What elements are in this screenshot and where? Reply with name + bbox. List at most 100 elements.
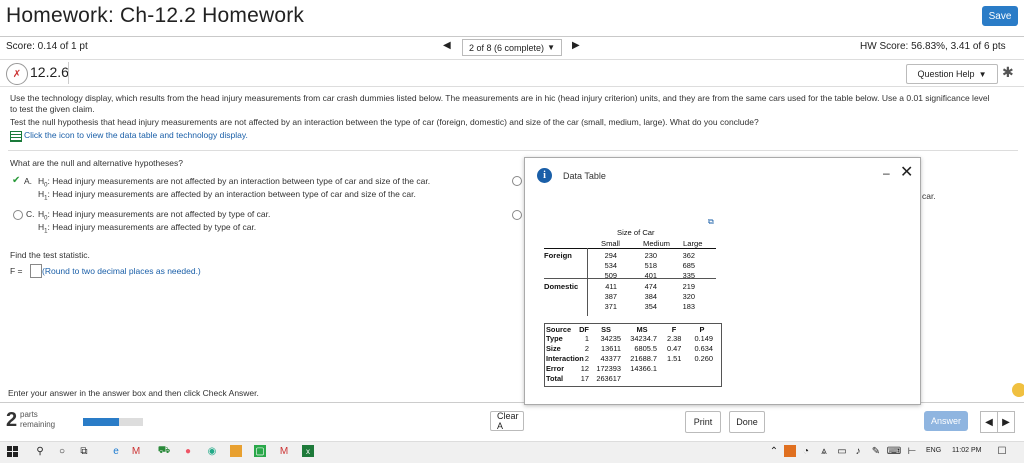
minimize-button[interactable]: – xyxy=(883,166,890,180)
column-rule xyxy=(587,248,588,316)
previous-arrow-icon[interactable]: ◀ xyxy=(980,411,998,433)
anova-cell: 34234.7 xyxy=(630,334,657,343)
next-question-icon[interactable]: ▶ xyxy=(572,40,580,51)
h1-subscript: 1 xyxy=(44,228,48,235)
ime-icon[interactable]: ⊢ xyxy=(906,445,918,457)
anova-header: F xyxy=(671,325,677,334)
option-c-h1: H1: Head injury measurements are affecte… xyxy=(38,222,257,235)
data-cell: 387 xyxy=(604,292,617,301)
data-cell: 219 xyxy=(682,282,695,291)
anova-cell: 14366.1 xyxy=(630,364,657,373)
green-app-icon[interactable]: ▢ xyxy=(254,445,266,457)
chevron-up-icon[interactable]: ⌃ xyxy=(768,445,780,457)
score-bar: Score: 0.14 of 1 pt ◀ 2 of 8 (6 complete… xyxy=(0,37,1024,60)
info-icon: i xyxy=(537,168,552,183)
option-a-letter[interactable]: A. xyxy=(24,176,32,187)
prompt-line-2: to test the given claim. xyxy=(10,104,95,114)
save-button[interactable]: Save xyxy=(982,6,1018,26)
option-c-radio[interactable] xyxy=(13,210,23,220)
anova-cell: 263617 xyxy=(596,374,621,383)
data-table-dialog: i Data Table – ✕ ⧉ Size of Car Small Med… xyxy=(524,157,921,433)
data-cell: 230 xyxy=(644,251,657,260)
question-navigator[interactable]: 2 of 8 (6 complete) ▼ xyxy=(462,39,562,56)
option-c-h0-text: Head injury measurements are not affecte… xyxy=(52,209,271,219)
previous-question-icon[interactable]: ◀ xyxy=(443,40,451,51)
notifications-icon[interactable]: ☐ xyxy=(996,445,1008,457)
gear-icon[interactable]: ✱ xyxy=(1002,64,1014,81)
h0-subscript: 0 xyxy=(44,182,48,189)
option-b-radio[interactable] xyxy=(512,176,522,186)
test-statistic-question: Find the test statistic. xyxy=(10,250,90,260)
next-arrow-icon[interactable]: ▶ xyxy=(997,411,1015,433)
option-c-h1-text: Head injury measurements are affected by… xyxy=(52,222,257,232)
firefox-icon[interactable]: ● xyxy=(182,445,194,457)
question-navigator-label: 2 of 8 (6 complete) xyxy=(469,42,545,53)
battery-icon[interactable]: ▭ xyxy=(836,445,848,457)
parts-count: 2 xyxy=(6,409,18,431)
parts-progress-fill xyxy=(83,418,119,426)
question-help-button[interactable]: Question Help ▼ xyxy=(906,64,998,84)
clear-all-button[interactable]: Clear A xyxy=(490,411,524,431)
option-d-radio[interactable] xyxy=(512,210,522,220)
prompt-line-3: Test the null hypothesis that head injur… xyxy=(10,117,759,127)
data-table-link[interactable]: Click the icon to view the data table an… xyxy=(24,130,248,141)
copy-icon[interactable]: ⧉ xyxy=(708,217,714,227)
task-view-icon[interactable]: ⧉ xyxy=(78,445,90,457)
tray-app-icon[interactable] xyxy=(784,445,796,457)
search-icon[interactable]: ⚲ xyxy=(34,445,46,457)
parts-label: parts xyxy=(20,410,38,419)
mail-icon[interactable]: M xyxy=(130,445,142,457)
data-cell: 354 xyxy=(644,302,657,311)
anova-cell: 21688.7 xyxy=(630,354,657,363)
pen-icon[interactable]: ✎ xyxy=(870,445,882,457)
option-b-text-fragment: car. xyxy=(922,191,936,201)
anova-table: Source DF SS MS F P Type 1 34235 34234.7 2.38 0.149… xyxy=(544,323,722,387)
close-button[interactable]: ✕ xyxy=(900,162,913,182)
instruction-text: Enter your answer in the answer box and … xyxy=(8,388,259,398)
tray-icon-2[interactable]: ◔ xyxy=(800,445,812,457)
anova-cell: 2 xyxy=(584,344,589,353)
hypotheses-question: What are the null and alternative hypoth… xyxy=(10,158,183,168)
row-foreign: Foreign xyxy=(544,251,572,260)
check-answer-button[interactable]: Answer xyxy=(924,411,968,431)
option-a-h0-text: Head injury measurements are not affecte… xyxy=(52,176,431,186)
print-button[interactable]: Print xyxy=(685,411,721,433)
option-a-h1-text: Head injury measurements are affected by… xyxy=(52,189,416,199)
check-icon: ✔ xyxy=(12,175,21,186)
homework-title: Homework: Ch-12.2 Homework xyxy=(6,4,305,27)
row-domestic: Domestic xyxy=(544,282,579,291)
option-c-letter[interactable]: C. xyxy=(26,209,35,220)
f-answer-input[interactable] xyxy=(30,264,42,278)
folder-icon[interactable] xyxy=(230,445,242,457)
help-bubble-icon[interactable] xyxy=(1012,383,1024,397)
data-cell: 335 xyxy=(682,271,695,280)
f-label: F = xyxy=(10,266,23,276)
edge-icon[interactable]: e xyxy=(110,445,122,457)
cortana-icon[interactable]: ○ xyxy=(56,445,68,457)
section-divider xyxy=(8,150,1018,151)
app-icon[interactable]: ⛟ xyxy=(158,445,171,457)
question-header xyxy=(0,60,1024,87)
keyboard-icon[interactable]: ⌨ xyxy=(887,445,901,457)
excel-icon[interactable]: x xyxy=(302,445,314,457)
language-indicator[interactable]: ENG xyxy=(926,447,941,454)
data-cell: 401 xyxy=(644,271,657,280)
anova-header: P xyxy=(699,325,705,334)
anova-cell: 0.260 xyxy=(694,354,714,363)
size-header: Size of Car xyxy=(617,228,655,237)
score-label: Score: 0.14 of 1 pt xyxy=(6,41,88,52)
clock[interactable]: 11:02 PM xyxy=(952,447,981,454)
chrome-icon[interactable]: ◉ xyxy=(206,445,218,457)
gmail-icon[interactable]: M xyxy=(278,445,290,457)
anova-cell: 1 xyxy=(584,334,589,343)
dialog-title: Data Table xyxy=(563,171,606,181)
anova-cell: 34235 xyxy=(600,334,621,343)
question-help-label: Question Help xyxy=(917,69,975,79)
volume-icon[interactable]: ♪ xyxy=(852,445,864,457)
network-icon[interactable]: ⩓ xyxy=(818,445,830,457)
done-button[interactable]: Done xyxy=(729,411,765,433)
table-icon[interactable] xyxy=(10,131,22,142)
anova-cell: 2 xyxy=(584,354,589,363)
windows-start-icon[interactable] xyxy=(6,445,18,457)
anova-cell: 1.51 xyxy=(667,354,682,363)
